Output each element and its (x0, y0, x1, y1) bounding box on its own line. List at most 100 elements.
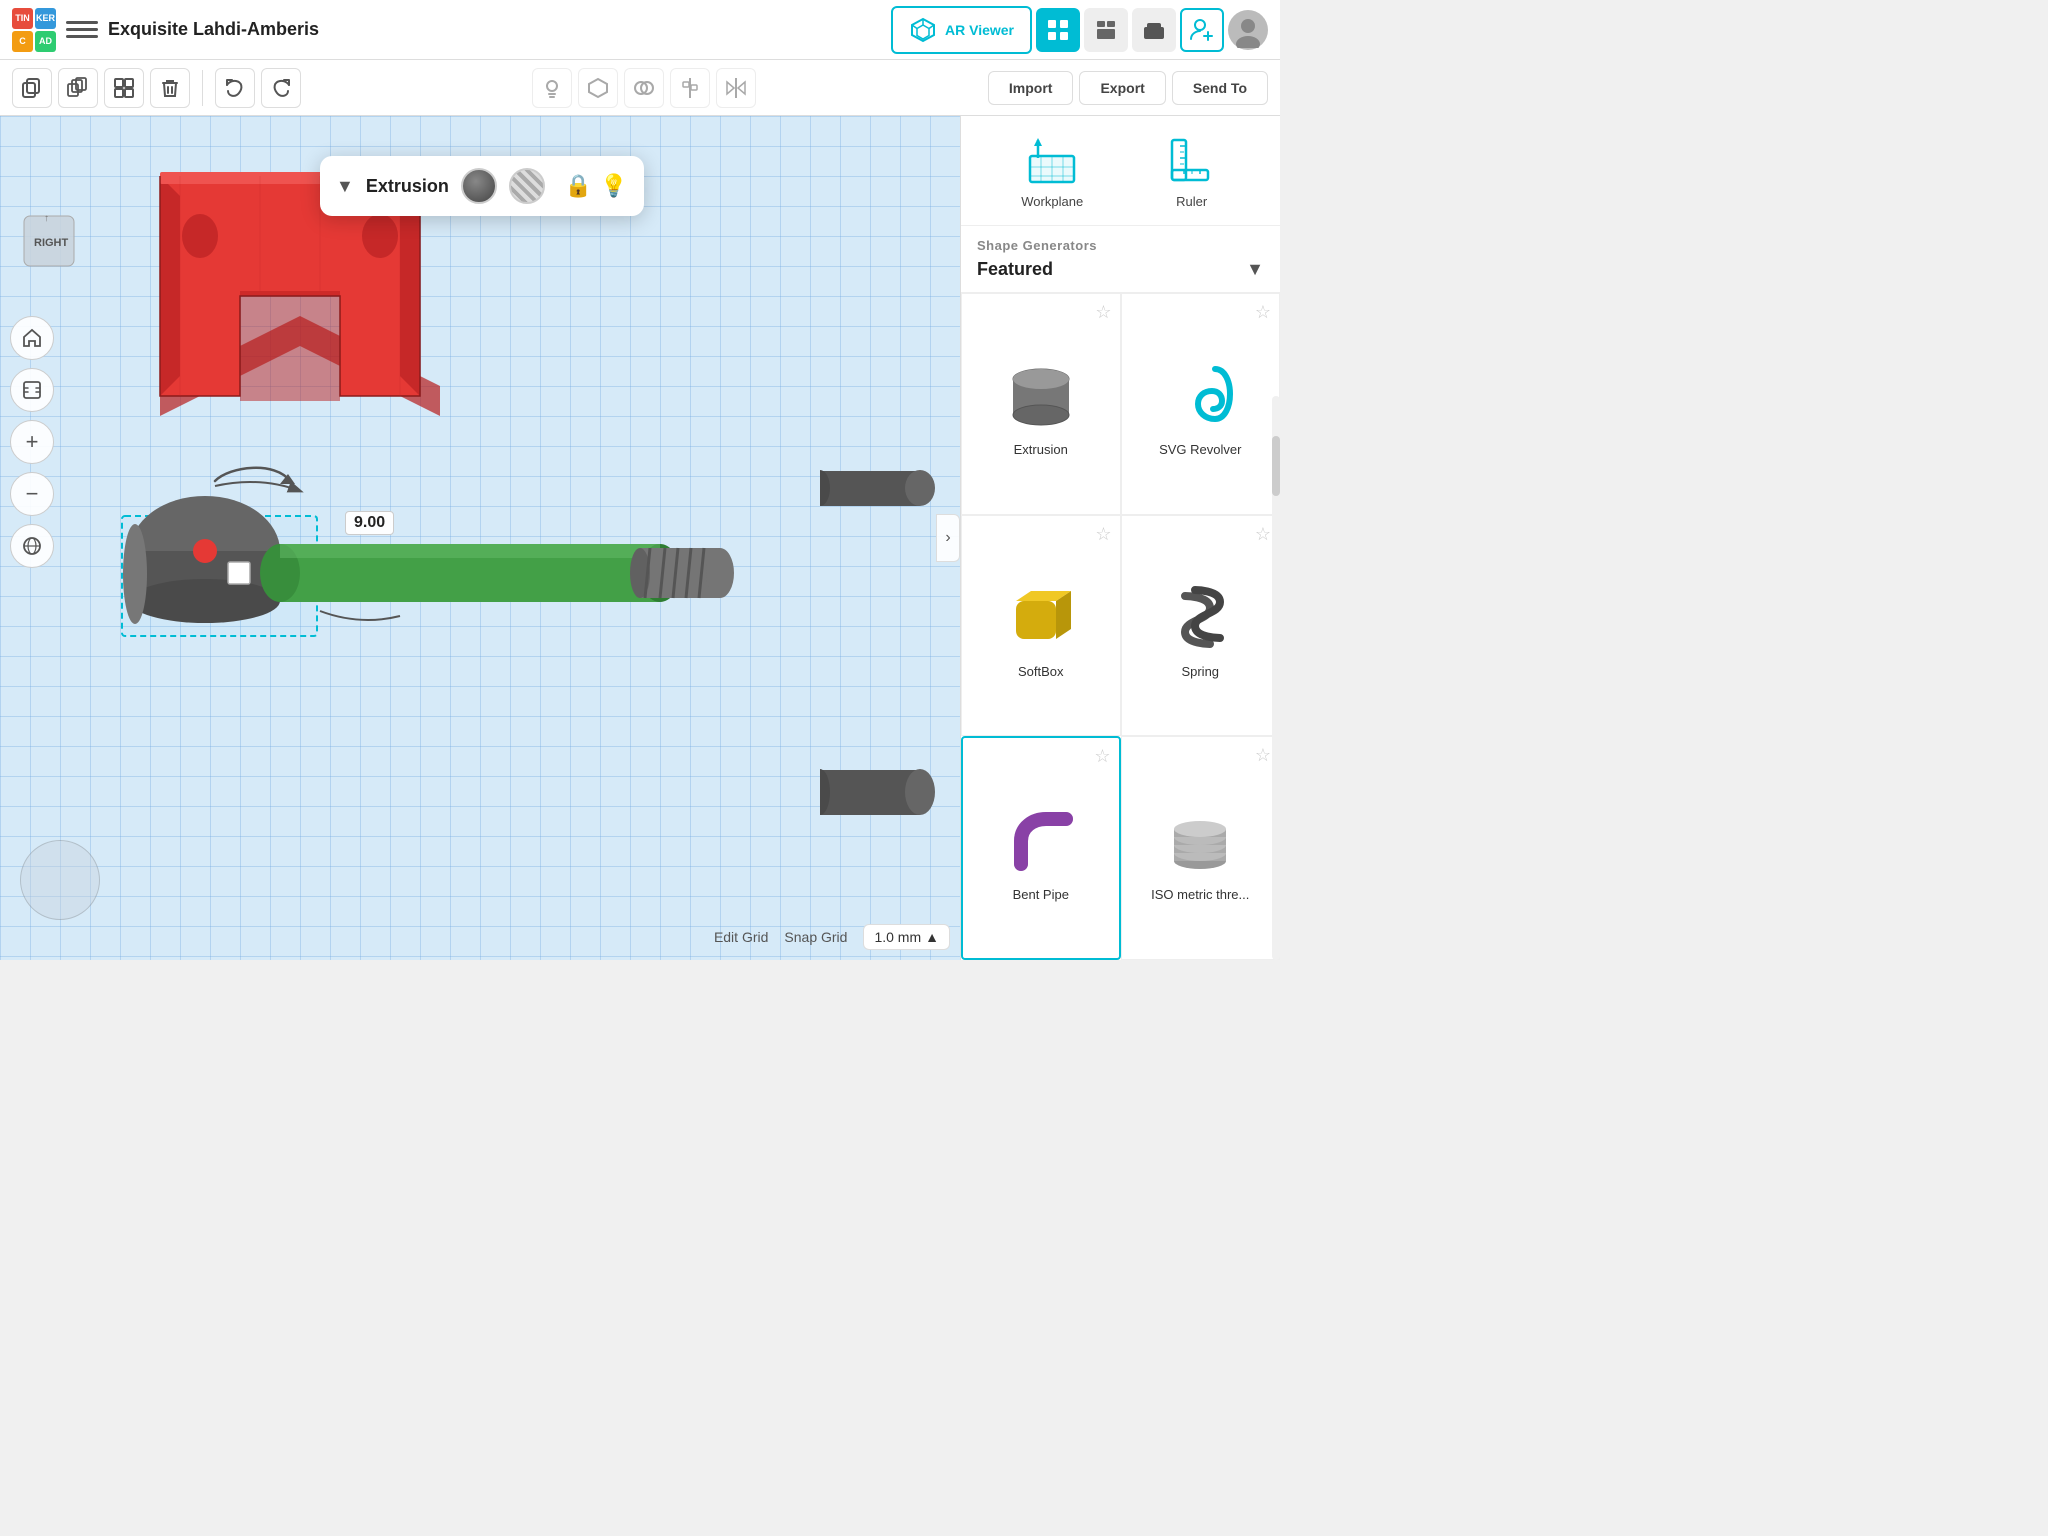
dropdown-arrow-icon: ▼ (1246, 259, 1264, 280)
shape-item-spring[interactable]: ☆ Spring (1121, 515, 1281, 737)
zoom-out-button[interactable]: − (10, 472, 54, 516)
design-icon (1095, 19, 1117, 41)
popup-collapse-arrow[interactable]: ▼ (336, 176, 354, 197)
bottom-controls: Edit Grid Snap Grid 1.0 mm ▲ (10, 924, 950, 950)
bent-pipe-shape-icon (1001, 799, 1081, 879)
dimension-label: 9.00 (345, 511, 394, 535)
star-spring-button[interactable]: ☆ (1255, 524, 1271, 545)
color-hole-button[interactable] (509, 168, 545, 204)
group-button[interactable] (104, 68, 144, 108)
featured-dropdown[interactable]: Featured ▼ (977, 259, 1264, 280)
star-iso-metric-button[interactable]: ☆ (1255, 745, 1271, 766)
color-solid-button[interactable] (461, 168, 497, 204)
ar-viewer-button[interactable]: AR Viewer (891, 6, 1032, 54)
zoom-out-icon: − (26, 481, 39, 507)
top-right-tools: AR Viewer (891, 6, 1268, 54)
bent-pipe-shape-label: Bent Pipe (1013, 887, 1069, 902)
iso-metric-shape-label: ISO metric thre... (1151, 887, 1249, 902)
3d-view-button[interactable] (10, 524, 54, 568)
copy-button[interactable] (12, 68, 52, 108)
ruler-label: Ruler (1176, 194, 1207, 209)
shape-item-svg-revolver[interactable]: ☆ SVG Revolver (1121, 293, 1281, 515)
toolbar-separator (202, 70, 203, 106)
tinkercad-logo[interactable]: TIN KER C AD (12, 8, 56, 52)
viewport[interactable]: RIGHT ↑ + − (0, 116, 960, 960)
path-icon (586, 76, 610, 100)
workplane-label: Workplane (1021, 194, 1083, 209)
snap-grid-label: Snap Grid (784, 929, 847, 945)
delete-button[interactable] (150, 68, 190, 108)
union-tool-button[interactable] (624, 68, 664, 108)
ar-icon (909, 16, 937, 44)
snap-grid-selector[interactable]: 1.0 mm ▲ (863, 924, 950, 950)
snap-grid-chevron: ▲ (925, 929, 939, 945)
featured-label: Featured (977, 259, 1053, 280)
redo-button[interactable] (261, 68, 301, 108)
dimension-value: 9.00 (354, 514, 385, 531)
star-softbox-button[interactable]: ☆ (1095, 524, 1111, 545)
path-tool-button[interactable] (578, 68, 618, 108)
grid-icon (1047, 19, 1069, 41)
shapes-grid: ☆ Extrusion ☆ (961, 293, 1280, 960)
shape-item-bent-pipe[interactable]: ☆ Bent Pipe (961, 736, 1121, 960)
edit-toolbar: Import Export Send To (0, 60, 1280, 116)
shape-item-softbox[interactable]: ☆ SoftBox (961, 515, 1121, 737)
star-svg-revolver-button[interactable]: ☆ (1255, 302, 1271, 323)
zoom-in-button[interactable]: + (10, 420, 54, 464)
group-icon (112, 76, 136, 100)
workplane-tool[interactable]: Workplane (1021, 132, 1083, 209)
3d-icon (21, 535, 43, 557)
blocks-view-button[interactable] (1132, 8, 1176, 52)
export-button[interactable]: Export (1079, 71, 1165, 105)
ruler-icon (1164, 132, 1220, 188)
project-title: Exquisite Lahdi-Amberis (108, 19, 881, 40)
avatar-icon (1230, 12, 1266, 48)
light-tool-button[interactable] (532, 68, 572, 108)
add-user-button[interactable] (1180, 8, 1224, 52)
extrusion-shape-icon (1001, 354, 1081, 434)
home-icon (21, 327, 43, 349)
scrollbar-thumb[interactable] (1272, 436, 1280, 496)
softbox-shape-label: SoftBox (1018, 664, 1064, 679)
dark-cylinder-bottom (820, 760, 940, 840)
align-tool-button[interactable] (670, 68, 710, 108)
top-bar: TIN KER C AD Exquisite Lahdi-Amberis AR … (0, 0, 1280, 60)
svg-revolver-shape-icon (1160, 354, 1240, 434)
home-view-button[interactable] (10, 316, 54, 360)
mirror-tool-button[interactable] (716, 68, 756, 108)
shape-item-iso-metric[interactable]: ☆ ISO metric thre... (1121, 736, 1281, 960)
svg-text:RIGHT: RIGHT (34, 237, 69, 249)
panel-collapse-button[interactable]: › (936, 514, 960, 562)
ar-viewer-label: AR Viewer (945, 22, 1014, 38)
extrusion-popup-title: Extrusion (366, 176, 449, 197)
fit-view-button[interactable] (10, 368, 54, 412)
union-icon (632, 76, 656, 100)
logo-cad: AD (35, 31, 56, 52)
star-extrusion-button[interactable]: ☆ (1095, 302, 1111, 323)
light-popup-icon[interactable]: 💡 (600, 173, 627, 199)
user-avatar[interactable] (1228, 10, 1268, 50)
nav-cube[interactable]: RIGHT ↑ (14, 196, 94, 276)
svg-revolver-shape-label: SVG Revolver (1159, 442, 1241, 457)
align-icon (678, 76, 702, 100)
grid-view-button[interactable] (1036, 8, 1080, 52)
shape-item-extrusion[interactable]: ☆ Extrusion (961, 293, 1121, 515)
left-tools: + − (10, 316, 54, 568)
edit-grid-button[interactable]: Edit Grid (714, 929, 768, 945)
lock-icon[interactable]: 🔒 (565, 173, 592, 199)
hamburger-menu[interactable] (66, 14, 98, 46)
send-to-button[interactable]: Send To (1172, 71, 1268, 105)
fit-icon (21, 379, 43, 401)
duplicate-button[interactable] (58, 68, 98, 108)
main-layout: RIGHT ↑ + − (0, 116, 1280, 960)
copy-icon (20, 76, 44, 100)
import-button[interactable]: Import (988, 71, 1074, 105)
logo-tin: TIN (12, 8, 33, 29)
design-view-button[interactable] (1084, 8, 1128, 52)
ruler-tool[interactable]: Ruler (1164, 132, 1220, 209)
bolt-assembly-object (120, 456, 770, 656)
star-bent-pipe-button[interactable]: ☆ (1094, 746, 1110, 767)
undo-button[interactable] (215, 68, 255, 108)
shape-generators-header: Shape Generators Featured ▼ (961, 226, 1280, 293)
right-panel: Workplane (960, 116, 1280, 960)
